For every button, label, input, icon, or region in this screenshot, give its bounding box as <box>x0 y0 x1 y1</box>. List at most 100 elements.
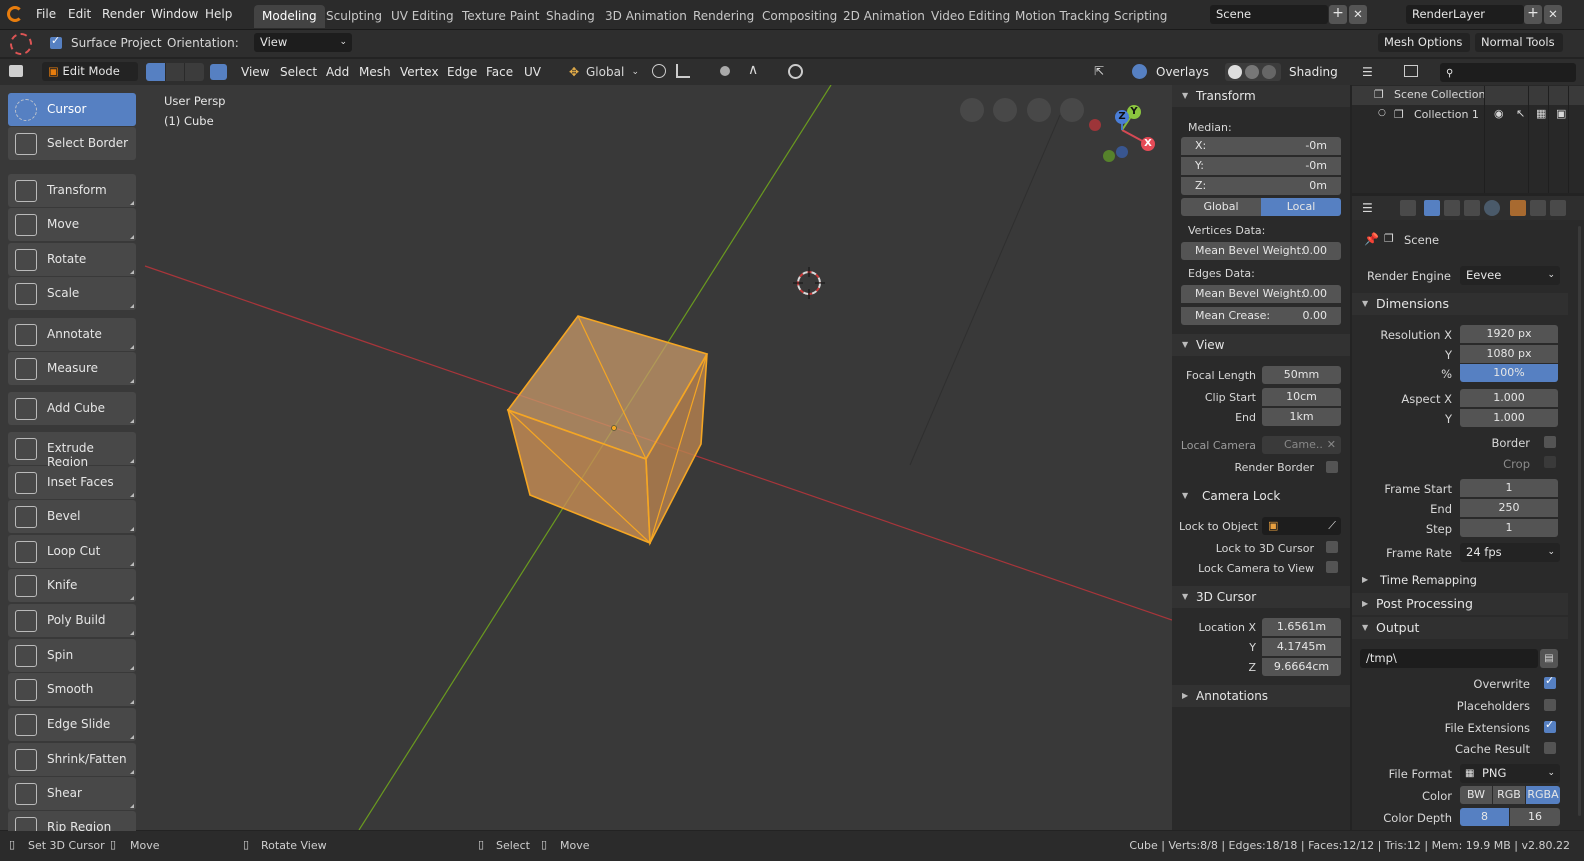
edge-select-icon[interactable] <box>165 63 184 81</box>
tool-poly-build[interactable]: Poly Build <box>8 604 136 637</box>
zoom-view-icon[interactable] <box>1060 98 1084 122</box>
tab-3d-animation[interactable]: 3D Animation <box>597 5 695 28</box>
clip-end-field[interactable]: 1km <box>1262 408 1341 426</box>
tool-cursor[interactable]: Cursor <box>8 93 136 126</box>
aspect-y-field[interactable]: 1.000 <box>1460 409 1558 427</box>
shading-dropdown[interactable]: Shading <box>1289 65 1338 79</box>
snap-icon[interactable] <box>676 64 690 78</box>
solid-shading-icon[interactable] <box>1228 65 1242 79</box>
file-format-dropdown[interactable]: ▦ PNG ⌄ <box>1460 764 1560 783</box>
gizmo-z-axis[interactable]: Z <box>1115 110 1129 124</box>
surface-project-checkbox[interactable] <box>50 34 62 49</box>
add-scene-icon[interactable]: + <box>1329 5 1347 24</box>
post-processing-header[interactable]: Post Processing <box>1352 593 1568 615</box>
mode-dropdown[interactable]: ▣ Edit Mode <box>42 62 138 81</box>
world-tab-icon[interactable] <box>1484 200 1500 216</box>
face-select-icon[interactable] <box>184 63 203 81</box>
cursor-location-z-field[interactable]: 9.6664cm <box>1262 658 1341 676</box>
toggle-camera-view-icon[interactable] <box>960 98 984 122</box>
view-panel-header[interactable]: View <box>1172 334 1350 356</box>
menu-face[interactable]: Face <box>486 65 513 79</box>
render-disable-icon[interactable]: ▣ <box>1556 107 1566 120</box>
output-path-input[interactable]: /tmp\ <box>1360 649 1538 668</box>
color-rgba-toggle[interactable]: RGBA <box>1526 786 1560 804</box>
depth-16-toggle[interactable]: 16 <box>1510 808 1560 826</box>
crop-checkbox[interactable] <box>1544 456 1556 468</box>
overlays-dropdown[interactable]: Overlays <box>1156 65 1209 79</box>
local-toggle[interactable]: Local <box>1261 198 1341 216</box>
xray-toggle-icon[interactable] <box>210 64 227 80</box>
edge-bevel-weight-field[interactable]: Mean Bevel Weight: 0.00 <box>1181 285 1341 303</box>
frame-start-field[interactable]: 1 <box>1460 479 1558 497</box>
annotations-panel-header[interactable]: Annotations <box>1172 685 1350 707</box>
menu-render[interactable]: Render <box>102 7 145 21</box>
output-tab-icon[interactable] <box>1444 200 1460 216</box>
3d-cursor-panel-header[interactable]: 3D Cursor <box>1172 586 1350 608</box>
menu-window[interactable]: Window <box>151 7 198 21</box>
render-border-checkbox[interactable] <box>1326 461 1338 473</box>
placeholders-checkbox[interactable] <box>1544 699 1556 711</box>
median-y-field[interactable]: Y: -0m <box>1181 157 1341 175</box>
tab-sculpting[interactable]: Sculpting <box>318 5 390 28</box>
visibility-eye-icon[interactable]: ◉ <box>1494 107 1504 120</box>
menu-view[interactable]: View <box>241 65 269 79</box>
median-z-field[interactable]: Z: 0m <box>1181 177 1341 195</box>
frame-end-field[interactable]: 250 <box>1460 499 1558 517</box>
lock-to-cursor-checkbox[interactable] <box>1326 541 1338 553</box>
focal-length-field[interactable]: 50mm <box>1262 366 1341 384</box>
outliner-editor-type-icon[interactable]: ☰ <box>1362 65 1373 79</box>
collection-row[interactable]: ○ ❐ Collection 1 ◉ ↖ ▦ ▣ <box>1352 106 1584 125</box>
menu-uv[interactable]: UV <box>524 65 541 79</box>
color-bw-toggle[interactable]: BW <box>1460 786 1492 804</box>
tool-shear[interactable]: Shear <box>8 777 136 810</box>
tab-compositing[interactable]: Compositing <box>754 5 845 28</box>
object-visibility-icon[interactable]: ⇱ <box>1094 64 1104 78</box>
tool-tab-icon[interactable] <box>1400 200 1416 216</box>
tool-scale[interactable]: Scale <box>8 277 136 310</box>
pivot-point-icon[interactable] <box>652 64 666 78</box>
falloff-icon[interactable]: ∧ <box>748 62 758 78</box>
file-extensions-checkbox[interactable] <box>1544 718 1556 733</box>
camera-lock-header[interactable]: Camera Lock <box>1172 485 1350 507</box>
tool-spin[interactable]: Spin <box>8 639 136 672</box>
tab-video-editing[interactable]: Video Editing <box>923 5 1018 28</box>
collection-expand-icon[interactable]: ○ <box>1378 108 1386 118</box>
tool-measure[interactable]: Measure <box>8 352 136 385</box>
tool-select-border[interactable]: Select Border <box>8 127 136 160</box>
transform-panel-header[interactable]: Transform <box>1172 85 1350 107</box>
global-toggle[interactable]: Global <box>1181 198 1261 216</box>
render-tab-icon[interactable] <box>1424 200 1440 216</box>
selectable-icon[interactable]: ↖ <box>1516 107 1525 120</box>
vertex-select-icon[interactable] <box>146 63 165 81</box>
mean-crease-field[interactable]: Mean Crease: 0.00 <box>1181 307 1341 325</box>
editor-type-icon[interactable] <box>9 65 23 77</box>
tab-motion-tracking[interactable]: Motion Tracking <box>1007 5 1117 28</box>
constraints-tab-icon[interactable] <box>1530 200 1546 216</box>
color-rgb-toggle[interactable]: RGB <box>1493 786 1525 804</box>
tool-loop-cut[interactable]: Loop Cut <box>8 535 136 568</box>
resolution-percent-field[interactable]: 100% <box>1460 364 1558 382</box>
tool-move[interactable]: Move <box>8 208 136 241</box>
tool-knife[interactable]: Knife <box>8 569 136 602</box>
remove-view-layer-icon[interactable]: ✕ <box>1544 5 1562 24</box>
median-x-field[interactable]: X: -0m <box>1181 137 1341 155</box>
aspect-x-field[interactable]: 1.000 <box>1460 389 1558 407</box>
tool-add-cube[interactable]: Add Cube <box>8 392 136 425</box>
show-gizmo-icon[interactable] <box>788 64 803 79</box>
blender-logo-icon[interactable] <box>7 6 23 22</box>
tool-extrude-region[interactable]: Extrude Region <box>8 432 136 469</box>
rendered-shading-icon[interactable] <box>1262 65 1276 79</box>
scene-selector[interactable]: Scene <box>1210 5 1328 24</box>
add-view-layer-icon[interactable]: + <box>1524 5 1542 24</box>
menu-file[interactable]: File <box>36 7 56 21</box>
menu-mesh[interactable]: Mesh <box>359 65 391 79</box>
properties-editor-type-icon[interactable]: ☰ <box>1362 201 1373 215</box>
outliner-search-input[interactable]: ⚲ <box>1440 63 1576 82</box>
cache-result-checkbox[interactable] <box>1544 742 1556 754</box>
normal-tools-dropdown[interactable]: Normal Tools <box>1475 33 1563 52</box>
lock-to-object-field[interactable]: ▣ ⟋ <box>1262 517 1341 535</box>
depth-8-toggle[interactable]: 8 <box>1460 808 1509 826</box>
tool-inset-faces[interactable]: Inset Faces <box>8 466 136 499</box>
overwrite-checkbox[interactable] <box>1544 674 1556 689</box>
tool-smooth[interactable]: Smooth <box>8 673 136 706</box>
